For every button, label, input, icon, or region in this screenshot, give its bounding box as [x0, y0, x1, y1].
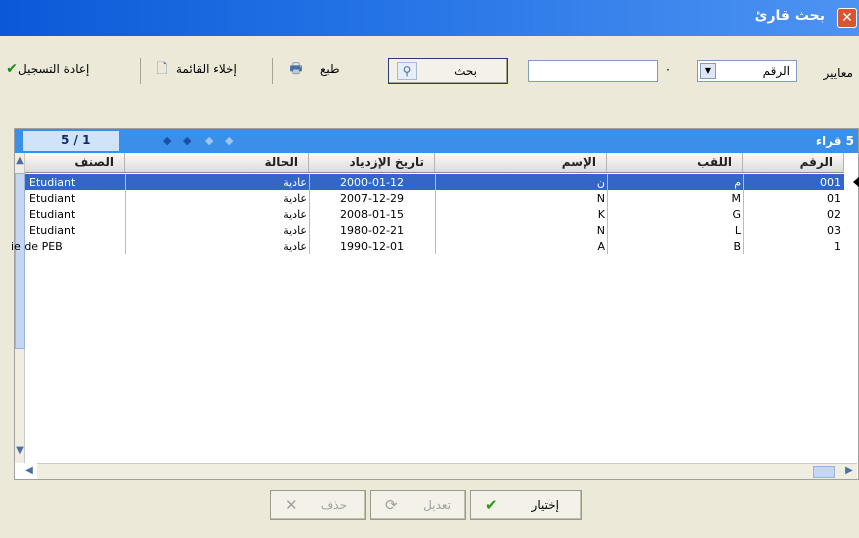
readers-grid: 5 / 1 ◆ ◆ ◆ ◆ 5 قراء ▲ ▼ الصنف الحالة تا… [11, 128, 859, 480]
cell-birthdate: 1990-12-01 [340, 240, 404, 253]
delete-button[interactable]: حذف ✕ [270, 490, 366, 520]
cell-firstname: N [596, 224, 605, 237]
search-icon: ⚲ [397, 62, 417, 80]
close-icon: ✕ [841, 10, 853, 26]
cell-birthdate: 2007-12-29 [340, 192, 404, 205]
cell-lastname: م [734, 176, 741, 189]
clear-list-button[interactable]: إخلاء القائمة [176, 62, 237, 82]
vertical-scrollbar[interactable]: ▲ ▼ [15, 153, 25, 463]
horizontal-scroll-thumb[interactable] [813, 466, 835, 478]
cell-birthdate: 1980-02-21 [340, 224, 404, 237]
table-row[interactable]: Etudiant عادية 1980-02-21 N L 03 [25, 222, 844, 238]
cell-firstname: ن [596, 176, 605, 189]
search-button[interactable]: بحث ⚲ [388, 58, 508, 84]
last-page-icon[interactable]: ◆ [225, 134, 233, 147]
cell-firstname: K [597, 208, 605, 221]
separator-dot: · [666, 63, 670, 77]
chevron-left-icon[interactable]: ◀ [23, 465, 35, 476]
prev-page-icon[interactable]: ◆ [183, 134, 191, 147]
toolbar-divider [140, 58, 141, 84]
column-header-firstname[interactable]: الإسم [435, 153, 607, 173]
close-button[interactable]: ✕ [837, 8, 857, 28]
edit-button[interactable]: تعديل ⟳ [370, 490, 466, 520]
column-header-lastname[interactable]: اللقب [607, 153, 743, 173]
grid-header-bar: 5 / 1 ◆ ◆ ◆ ◆ 5 قراء [15, 129, 858, 153]
cell-category: Etudiant [29, 208, 76, 221]
search-toolbar: معايير الرقم ▼ · بحث ⚲ طبع 🖶 إخلاء القائ… [0, 36, 859, 120]
cell-status: عادية [283, 176, 307, 189]
column-header-category[interactable]: الصنف [25, 153, 125, 173]
vertical-scroll-thumb[interactable] [15, 173, 25, 349]
chevron-down-icon[interactable]: ▼ [15, 445, 25, 456]
cell-number: 01 [827, 192, 841, 205]
cell-number: 1 [834, 240, 841, 253]
horizontal-scrollbar[interactable]: ◀ ▶ [25, 463, 857, 479]
choose-button-label: إختيار [531, 498, 559, 512]
edit-button-label: تعديل [423, 498, 451, 512]
first-page-icon[interactable]: ◆ [163, 134, 171, 147]
search-input[interactable] [528, 60, 658, 82]
reader-search-window: بحث قارئ ✕ معايير الرقم ▼ · بحث ⚲ طبع 🖶 … [0, 0, 859, 538]
page-indicator: 5 / 1 [61, 133, 91, 147]
cell-number: 03 [827, 224, 841, 237]
cell-birthdate: 2000-01-12 [340, 176, 404, 189]
toolbar-divider [272, 58, 273, 84]
table-row[interactable]: Etudiant عادية 2000-01-12 ن م 001 [25, 174, 844, 190]
column-header-birthdate[interactable]: تاريخ الإزدياد [309, 153, 435, 173]
checkmark-icon[interactable]: ✔ [2, 58, 22, 80]
printer-icon[interactable]: 🖶 [286, 58, 306, 80]
cell-firstname: N [596, 192, 605, 205]
cell-category: Etudiant [29, 176, 76, 189]
delete-x-icon: ✕ [285, 496, 298, 514]
current-row-marker-icon [853, 176, 859, 188]
title-bar: بحث قارئ ✕ [0, 0, 859, 36]
checkmark-icon: ✔ [485, 496, 498, 514]
cell-category: Etudiant [29, 192, 76, 205]
table-row[interactable]: Etudiant عادية 2007-12-29 N M 01 [25, 190, 844, 206]
cell-number: 02 [827, 208, 841, 221]
chevron-down-icon[interactable]: ▼ [700, 63, 716, 79]
reset-button[interactable]: إعادة التسجيل [18, 62, 89, 82]
column-header-status[interactable]: الحالة [125, 153, 309, 173]
cell-lastname: B [733, 240, 741, 253]
cell-lastname: G [732, 208, 741, 221]
window-title: بحث قارئ [754, 8, 825, 24]
readers-count: 5 قراء [815, 134, 854, 148]
criteria-label: معايير [823, 66, 853, 80]
cell-status: عادية [283, 192, 307, 205]
cell-firstname: A [597, 240, 605, 253]
table-row[interactable]: ie de PEB عادية 1990-12-01 A B 1 [11, 238, 844, 254]
cell-status: عادية [283, 224, 307, 237]
cell-lastname: M [731, 192, 742, 205]
cell-category: Etudiant [29, 224, 76, 237]
column-header-number[interactable]: الرقم [743, 153, 844, 173]
edit-icon: ⟳ [385, 496, 398, 514]
cell-lastname: L [734, 224, 741, 237]
criteria-select-value: الرقم [762, 64, 790, 78]
chevron-right-icon[interactable]: ▶ [843, 465, 855, 476]
criteria-select[interactable]: الرقم ▼ [697, 60, 797, 82]
cell-category: ie de PEB [11, 240, 63, 253]
cell-status: عادية [283, 208, 307, 221]
blank-page-icon[interactable]: 🗋 [152, 58, 172, 80]
choose-button[interactable]: إختيار ✔ [470, 490, 582, 520]
next-page-icon[interactable]: ◆ [205, 134, 213, 147]
cell-number: 001 [820, 176, 841, 189]
chevron-up-icon[interactable]: ▲ [15, 155, 25, 166]
cell-birthdate: 2008-01-15 [340, 208, 404, 221]
delete-button-label: حذف [320, 498, 347, 512]
table-row[interactable]: Etudiant عادية 2008-01-15 K G 02 [25, 206, 844, 222]
search-button-label: بحث [454, 64, 477, 78]
print-button[interactable]: طبع [320, 62, 340, 82]
cell-status: عادية [283, 240, 307, 253]
